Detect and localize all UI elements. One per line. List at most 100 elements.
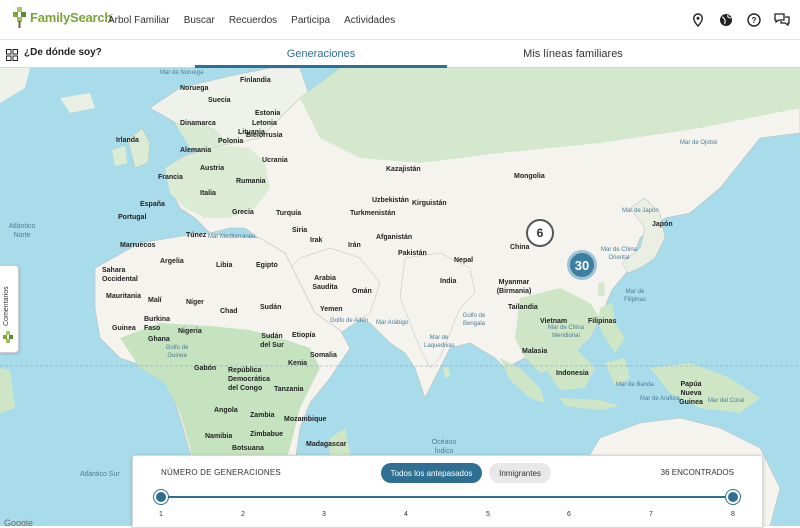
country-label: Arabia Saudita [312,275,338,291]
slider-tick-label: 5 [486,511,490,518]
nav-arbol-familiar[interactable]: Árbol Familiar [108,15,170,26]
country-label: Sahara Occidental [102,267,138,283]
country-label: Estonia [255,110,281,117]
sea-label: Mar del Coral [708,398,745,404]
page-title: ¿De dónde soy? [24,47,102,58]
ocean-label: Océano Índico [431,439,457,455]
country-label: Malí [148,297,162,304]
country-label: Sudán [260,304,282,311]
country-label: Marruecos [120,242,156,249]
country-label: Italia [200,190,216,197]
slider-max-handle[interactable] [726,490,740,504]
country-label: Papúa Nueva Guinea [679,381,703,406]
globe-icon[interactable] [718,12,734,28]
sea-label: Mar de Laquedivas [424,335,455,349]
country-label: India [440,278,457,285]
tree-logo-icon [13,7,26,28]
cluster-marker[interactable]: 6 [526,219,554,247]
country-label: China [510,244,530,251]
country-label: Yemen [320,306,343,313]
sea-label: Mar de China Meridional [547,325,585,339]
country-label: Etiopía [292,332,316,339]
feedback-label: Comentarios [3,286,10,326]
country-label: Gabón [194,365,217,372]
country-label: Finlandia [240,77,271,84]
sea-label: Golfo de Bengala [462,313,486,327]
country-label: Letonia [252,120,277,127]
nav-recuerdos[interactable]: Recuerdos [229,15,277,26]
country-label: Chad [220,308,238,315]
country-label: Uzbekistán [372,197,409,204]
country-label: Francia [158,174,183,181]
found-count: 36 ENCONTRADOS [660,468,734,477]
generation-slider-track[interactable] [161,496,733,498]
country-label: Japón [652,221,673,228]
familysearch-logo[interactable]: FamilySearch [12,6,112,28]
logo-text: FamilySearch [30,9,113,25]
filter-immigrants-button[interactable]: Inmigrantes [489,463,551,483]
sea-label: Mar Arábigo [376,320,409,326]
sea-label: Mar de Filipinas [623,289,646,303]
country-label: Túnez [186,232,207,239]
country-label: Kenia [288,360,308,367]
country-label: Namibia [205,433,233,440]
country-label: Angola [214,407,238,414]
country-label: Portugal [118,214,147,221]
slider-tick-label: 2 [241,511,245,518]
country-label: Polonia [218,138,244,145]
messages-icon[interactable] [774,12,790,28]
nav-actividades[interactable]: Actividades [344,15,395,26]
country-label: Suecia [208,97,231,104]
filter-all-ancestors-button[interactable]: Todos los antepasados [381,463,482,483]
nav-buscar[interactable]: Buscar [184,15,215,26]
tab-generaciones[interactable]: Generaciones [195,40,447,67]
country-label: Rumania [236,178,266,185]
sea-label: Mar de China Oriental [600,247,638,261]
cluster-marker[interactable]: 30 [567,250,597,280]
country-label: Noruega [180,85,209,92]
country-label: Pakistán [398,250,427,257]
slider-tick-label: 8 [731,511,735,518]
tab-mis-lineas-familiares[interactable]: Mis líneas familiares [447,40,699,67]
slider-tick-label: 4 [404,511,408,518]
apps-grid-icon[interactable] [6,48,18,66]
country-label: Ucrania [262,157,288,164]
slider-tick-label: 7 [649,511,653,518]
country-label: Turquía [276,210,302,217]
country-label: España [140,201,165,208]
slider-tick-label: 3 [322,511,326,518]
country-label: Madagascar [306,441,347,448]
ocean-label: Atlántico Sur [80,471,120,478]
country-label: Tailandia [508,304,538,311]
country-label: Guinea [112,325,136,332]
country-label: Zimbabue [250,431,284,438]
country-label: Malasia [522,348,548,355]
country-label: Irán [348,242,361,249]
country-label: Dinamarca [180,120,216,127]
country-label: Sudán del Sur [260,333,284,349]
nav-participa[interactable]: Participa [291,15,330,26]
country-label: Turkmenistán [350,210,396,217]
sea-label: Mar Mediterráneo [208,234,256,240]
sea-label: Mar de Arafura [640,396,680,402]
country-label: República Democrática del Congo [228,367,271,392]
country-label: Siria [292,227,308,234]
country-label: Tanzania [274,386,304,393]
feedback-tab[interactable]: Comentarios [0,265,19,353]
country-label: Austria [200,165,225,172]
ocean-label: Atlántico Norte [8,223,36,239]
country-label: Filipinas [588,318,617,325]
country-label: Mauritania [106,293,142,300]
country-label: Nepal [454,257,474,264]
country-label: Nigeria [178,328,202,335]
slider-min-handle[interactable] [154,490,168,504]
country-label: Indonesia [556,370,589,377]
country-label: Kirguistán [412,200,447,207]
country-label: Zambia [250,412,275,419]
generations-panel: NÚMERO DE GENERACIONES Todos los antepas… [132,455,763,528]
help-icon[interactable]: ? [746,12,762,28]
sea-label: Mar de Japón [622,208,659,214]
slider-tick-label: 1 [159,511,163,518]
country-label: Níger [186,299,204,306]
location-pin-icon[interactable] [690,12,706,28]
